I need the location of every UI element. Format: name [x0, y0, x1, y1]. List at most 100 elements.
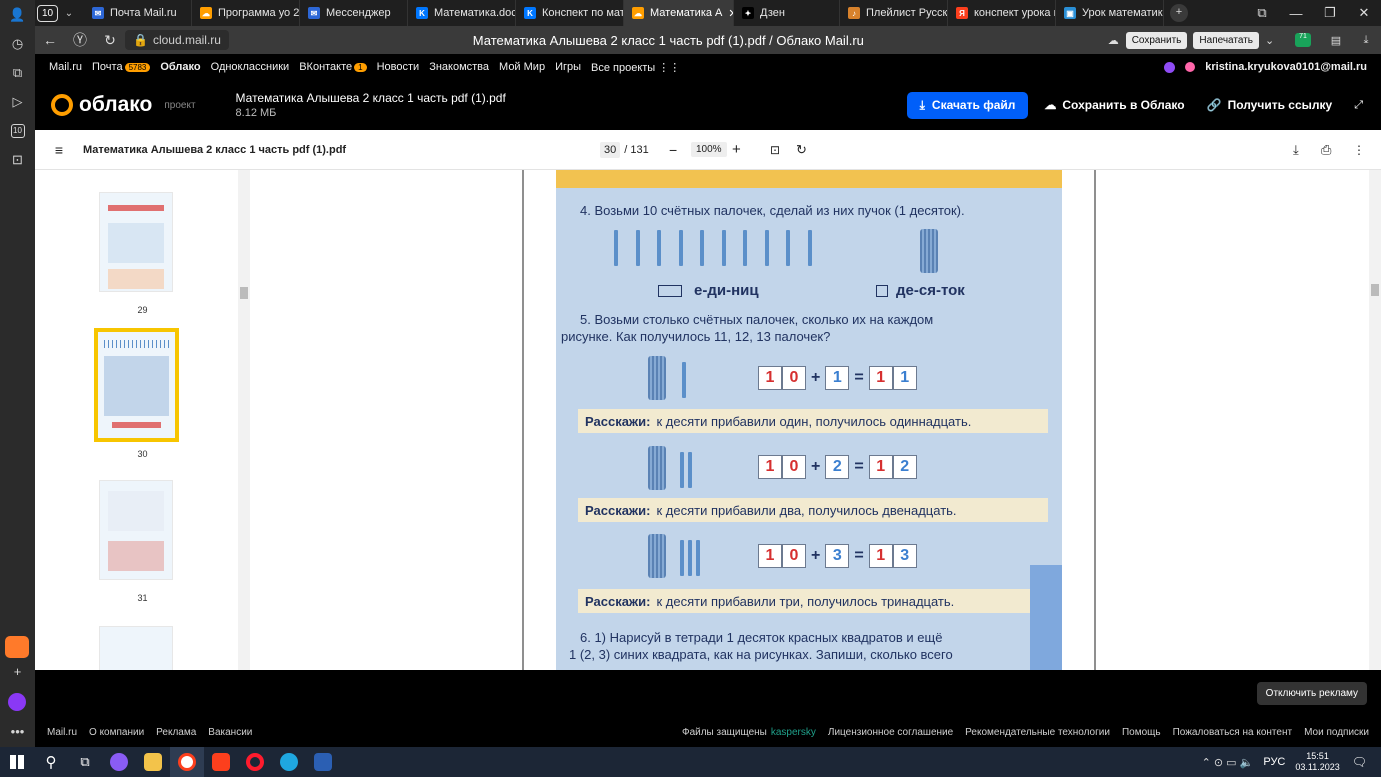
portal-link-mail[interactable]: Почта 5783	[92, 61, 151, 73]
rotate-icon[interactable]: ↻	[796, 142, 807, 158]
portal-link-cloud[interactable]: Облако	[160, 61, 200, 73]
tab[interactable]: ☁ Программа уо 2	[192, 0, 300, 26]
footer-link[interactable]: Mail.ru	[47, 727, 77, 738]
url-field[interactable]: 🔒 cloud.mail.ru	[125, 30, 229, 50]
user-email[interactable]: kristina.kryukova0101@mail.ru	[1205, 61, 1367, 73]
zoom-level[interactable]: 100%	[691, 142, 727, 157]
units-label: е-ди-ниц	[658, 282, 759, 299]
language-indicator[interactable]: РУС	[1263, 756, 1285, 768]
thumbnail-scrollbar[interactable]	[238, 170, 250, 670]
scroll-thumb[interactable]	[240, 287, 248, 299]
explorer-icon[interactable]	[136, 747, 170, 777]
minimize-icon[interactable]: —	[1279, 6, 1313, 21]
cloud-logo[interactable]: облако	[51, 93, 152, 117]
download-icon[interactable]: ⤓	[1293, 142, 1299, 158]
tab[interactable]: K Конспект по мат	[516, 0, 624, 26]
portal-link-all[interactable]: Все проекты ⋮⋮	[591, 61, 680, 74]
thumbnail-page[interactable]	[99, 192, 173, 292]
portal-link-dating[interactable]: Знакомства	[429, 61, 489, 73]
profile-icon[interactable]: 👤	[0, 0, 35, 29]
tab[interactable]: ✉ Мессенджер	[300, 0, 408, 26]
scroll-thumb[interactable]	[1371, 284, 1379, 296]
close-icon[interactable]: ✕	[1347, 5, 1381, 21]
footer-link[interactable]: Реклама	[156, 727, 196, 738]
footer-link[interactable]: О компании	[89, 727, 144, 738]
save-page-button[interactable]: Сохранить	[1125, 31, 1188, 49]
zoom-out-icon[interactable]: −	[669, 142, 677, 158]
tray-icons[interactable]: ⌃ ⊙ ▭ 🔈	[1202, 756, 1254, 769]
portal-link-ok[interactable]: Одноклассники	[211, 61, 290, 73]
back-icon[interactable]: ←	[35, 32, 65, 48]
tab-overview-icon[interactable]: ⧉	[1245, 5, 1279, 21]
windows-start-icon[interactable]	[0, 747, 34, 777]
screenshot-icon[interactable]: ⊡	[0, 145, 35, 174]
document-scrollbar[interactable]	[1369, 170, 1381, 670]
extension-icon[interactable]: 71	[1295, 33, 1311, 47]
yandex-icon[interactable]	[204, 747, 238, 777]
alice-icon[interactable]	[8, 693, 26, 711]
footer-link[interactable]: Мои подписки	[1304, 727, 1369, 738]
footer-link[interactable]: Вакансии	[208, 727, 252, 738]
assistant-icon[interactable]	[1164, 61, 1176, 73]
disable-ads-button[interactable]: Отключить рекламу	[1256, 682, 1367, 705]
edge-icon[interactable]	[272, 747, 306, 777]
tab[interactable]: K Математика.doc	[408, 0, 516, 26]
print-icon[interactable]: ⎙	[1321, 142, 1331, 158]
print-page-button[interactable]: Напечатать	[1193, 31, 1259, 49]
menu-icon[interactable]: ≡	[35, 142, 83, 158]
footer-link[interactable]: Помощь	[1122, 727, 1161, 738]
more-options-icon[interactable]: ⋮	[1353, 143, 1365, 157]
footer-link[interactable]: Пожаловаться на контент	[1173, 727, 1293, 738]
portal-link-news[interactable]: Новости	[377, 61, 420, 73]
reader-icon[interactable]: ▤	[1321, 34, 1351, 47]
thumbnail-page[interactable]	[99, 480, 173, 580]
yandex-browser-icon[interactable]	[170, 747, 204, 777]
footer-link[interactable]: Лицензионное соглашение	[828, 727, 953, 738]
tab[interactable]: ✉ Почта Mail.ru	[84, 0, 192, 26]
tab[interactable]: ▣ Урок математик	[1056, 0, 1164, 26]
cloud-icon[interactable]: ☁	[1108, 34, 1126, 47]
word-icon[interactable]	[306, 747, 340, 777]
new-tab-icon[interactable]: +	[1170, 4, 1188, 22]
portal-link-games[interactable]: Игры	[555, 61, 581, 73]
footer-link[interactable]: Рекомендательные технологии	[965, 727, 1110, 738]
page-number-input[interactable]: 30	[600, 141, 621, 158]
portal-link-vk[interactable]: ВКонтакте 1	[299, 61, 367, 73]
maximize-icon[interactable]: ❐	[1313, 5, 1347, 21]
add-icon[interactable]: +	[0, 657, 35, 686]
play-icon[interactable]: ▷	[0, 87, 35, 116]
task-view-icon[interactable]: ⧉	[68, 747, 102, 777]
portal-link-mailru[interactable]: Mail.ru	[49, 61, 82, 73]
more-icon[interactable]: •••	[0, 717, 35, 746]
opera-icon[interactable]	[238, 747, 272, 777]
tab[interactable]: ☁Математика А✕	[624, 0, 734, 26]
get-link-button[interactable]: 🔗 Получить ссылку	[1207, 98, 1333, 112]
alice-taskbar-icon[interactable]	[102, 747, 136, 777]
tab-label: Мессенджер	[326, 7, 391, 19]
tab[interactable]: ♪ Плейлист Русско	[840, 0, 948, 26]
portal-link-myworld[interactable]: Мой Мир	[499, 61, 545, 73]
chevron-down-icon[interactable]: ⌄	[58, 8, 80, 19]
thumbnail-page[interactable]	[99, 626, 173, 670]
tab[interactable]: Яконспект урока м	[948, 0, 1056, 26]
save-to-cloud-button[interactable]: ☁ Сохранить в Облако	[1044, 98, 1184, 112]
fullscreen-icon[interactable]: ⤢	[1354, 99, 1363, 112]
tab-count[interactable]: 10	[37, 4, 58, 22]
notifications-icon[interactable]: 🗨	[1352, 755, 1367, 769]
collections-icon[interactable]: ⧉	[0, 58, 35, 87]
download-button[interactable]: ⤓ Скачать файл	[906, 91, 1029, 119]
search-icon[interactable]: ⚲	[34, 747, 68, 777]
downloads-icon[interactable]: ⤓	[1351, 34, 1381, 47]
history-icon[interactable]: ◷	[0, 29, 35, 58]
avatar[interactable]	[1185, 62, 1196, 72]
thumbnail-page-current[interactable]	[94, 328, 179, 442]
yandex-icon[interactable]: Ⓨ	[65, 30, 95, 50]
fit-page-icon[interactable]: ⊡	[770, 143, 780, 157]
clock[interactable]: 15:51 03.11.2023	[1295, 751, 1339, 773]
tab[interactable]: ✦ Дзен	[734, 0, 840, 26]
tabs-icon[interactable]: 10	[0, 116, 35, 145]
reload-icon[interactable]: ↻	[95, 32, 125, 49]
mail-app-icon[interactable]	[5, 636, 29, 658]
chevron-down-icon[interactable]: ⌄	[1265, 34, 1285, 47]
zoom-in-icon[interactable]: +	[732, 141, 741, 158]
